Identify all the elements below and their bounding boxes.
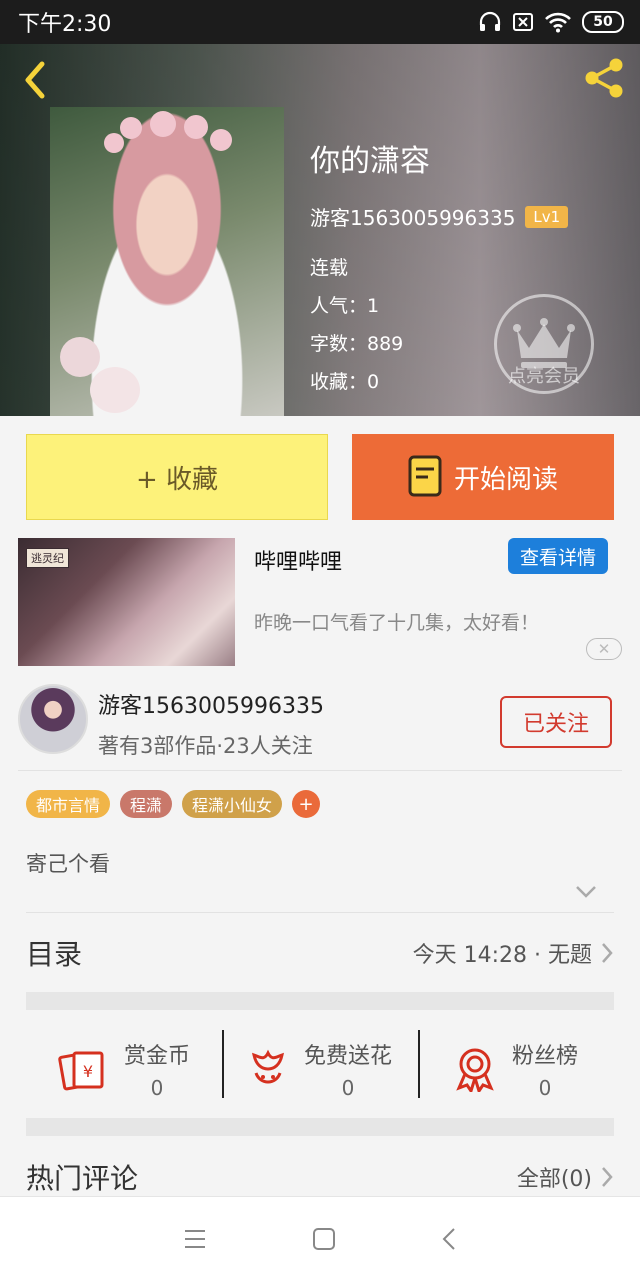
section-separator [26,992,614,1010]
share-icon[interactable] [580,54,628,102]
author-avatar[interactable] [18,684,88,754]
flower-icon [252,1049,284,1084]
chevron-right-icon [602,942,613,963]
fan-ranking[interactable]: 粉丝榜 0 [418,1024,614,1114]
stats-bar: ¥ 赏金币 0 免费送花 0 粉丝榜 0 [26,1024,614,1114]
stat-value: 0 [150,1076,164,1100]
ad-banner[interactable]: 逃灵纪 哔哩哔哩 查看详情 昨晚一口气看了十几集，太好看！ ✕ [0,538,640,666]
book-title: 你的潇容 [310,144,430,179]
battery-indicator: 50 [582,11,624,33]
back-arrow-icon[interactable] [18,58,52,102]
comments-title: 热门评论 [26,1162,139,1195]
level-badge: Lv1 [525,205,569,228]
all-comments-link[interactable]: 全部(0) [517,1161,614,1193]
book-cover[interactable] [50,107,284,416]
no-sim-icon [513,13,533,31]
system-nav-bar [0,1196,640,1280]
ad-detail-button[interactable]: 查看详情 [508,538,608,574]
hot-comments-header[interactable]: 热门评论 全部(0) [26,1154,614,1200]
start-reading-button[interactable]: 开始阅读 [352,434,614,520]
vip-label: 点亮会员 [508,366,580,387]
status-bar: 下午2:30 50 [0,0,640,44]
red-envelope-icon: ¥ [58,1051,104,1091]
author-stats: 著有3部作品·23人关注 [98,734,313,758]
chevron-right-icon [602,1167,613,1187]
wifi-icon [545,12,571,33]
medal-icon [456,1048,494,1092]
status-icons: 50 [478,11,624,33]
tag-item[interactable]: 程潇小仙女 [182,790,283,818]
tag-item[interactable]: 都市言情 [26,790,111,818]
stat-label: 免费送花 [303,1044,392,1069]
book-author-name: 游客1563005996335 [310,206,516,230]
chevron-down-icon[interactable] [574,884,598,900]
stat-label: 赏金币 [123,1044,190,1069]
start-reading-label: 开始阅读 [453,464,558,495]
book-status: 连载 [310,257,349,279]
catalog-latest: 今天 14:28 · 无题 [413,937,614,969]
svg-text:¥: ¥ [83,1062,93,1081]
follow-button[interactable]: 已关注 [500,696,612,748]
collect-button[interactable]: + 收藏 [26,434,328,520]
catalog-title: 目录 [26,937,83,971]
ad-title: 哔哩哔哩 [254,550,343,575]
book-description: 寄己个看 [26,852,110,876]
status-time: 下午2:30 [18,12,112,37]
tag-list: 都市言情 程潇 程潇小仙女 + [26,790,321,818]
reward-coins[interactable]: ¥ 赏金币 0 [26,1024,222,1114]
free-flowers[interactable]: 免费送花 0 [222,1024,418,1114]
headphones-icon [479,11,501,31]
ad-image-tag: 逃灵纪 [26,548,69,568]
book-header: 你的潇容 游客1563005996335 Lv1 连载 人气：1 字数：889 … [0,44,640,416]
ad-close-button[interactable]: ✕ [586,638,622,660]
catalog-row[interactable]: 目录 今天 14:28 · 无题 [26,912,614,992]
action-bar: + 收藏 开始阅读 [26,434,614,520]
all-comments-label: 全部(0) [516,1167,592,1192]
add-tag-button[interactable]: + [292,790,321,818]
back-icon[interactable] [441,1227,457,1251]
ad-description: 昨晚一口气看了十几集，太好看！ [254,612,540,634]
stat-label: 粉丝榜 [511,1044,578,1069]
author-name: 游客1563005996335 [98,694,324,719]
book-author-row: 游客1563005996335 Lv1 [310,202,569,231]
tag-item[interactable]: 程潇 [120,790,173,818]
author-card[interactable]: 游客1563005996335 著有3部作品·23人关注 已关注 [0,684,640,772]
stat-value: 0 [341,1076,355,1100]
divider [18,770,622,771]
menu-icon[interactable] [183,1228,207,1250]
section-separator [26,1118,614,1136]
catalog-latest-text: 今天 14:28 · 无题 [412,942,592,968]
home-icon[interactable] [312,1227,336,1251]
ad-image[interactable]: 逃灵纪 [18,538,235,666]
book-icon [408,455,442,497]
stat-value: 0 [538,1076,552,1100]
